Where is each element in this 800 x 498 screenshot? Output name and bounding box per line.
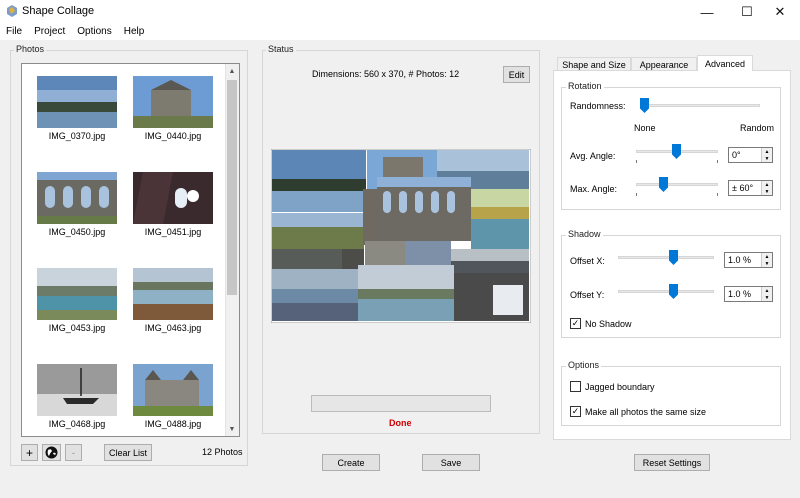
- options-group: [561, 366, 781, 426]
- rotation-group-label: Rotation: [566, 81, 604, 91]
- window-title: Shape Collage: [22, 5, 95, 17]
- avg-angle-value: 0°: [732, 150, 741, 160]
- tab-appearance[interactable]: Appearance: [631, 57, 697, 71]
- same-size-checkbox[interactable]: ✓: [570, 406, 581, 417]
- photo-item[interactable]: IMG_0451.jpg: [125, 172, 221, 237]
- photo-item[interactable]: IMG_0453.jpg: [29, 268, 125, 333]
- photo-thumbnail: [133, 172, 213, 224]
- no-shadow-label: No Shadow: [585, 319, 632, 329]
- max-angle-slider[interactable]: [636, 183, 718, 186]
- scroll-up-arrow-icon[interactable]: ▲: [225, 64, 239, 78]
- offset-y-value: 1.0 %: [728, 289, 752, 299]
- shape-collage-app-icon: [7, 5, 17, 17]
- offset-x-spinbox[interactable]: 1.0 % ▲ ▼: [724, 252, 773, 268]
- spin-arrows-icon[interactable]: ▲ ▼: [761, 148, 772, 162]
- photo-thumbnail: [37, 364, 117, 416]
- shadow-group-label: Shadow: [566, 229, 603, 239]
- menu-help[interactable]: Help: [118, 24, 151, 40]
- edit-button[interactable]: Edit: [503, 66, 530, 83]
- reset-settings-button[interactable]: Reset Settings: [634, 454, 710, 471]
- photo-item[interactable]: IMG_0468.jpg: [29, 364, 125, 429]
- add-photos-button[interactable]: +: [21, 444, 38, 461]
- photo-item[interactable]: IMG_0463.jpg: [125, 268, 221, 333]
- menu-bar: File Project Options Help: [0, 24, 800, 40]
- photo-thumbnail: [133, 268, 213, 320]
- remove-photo-button[interactable]: -: [65, 444, 82, 461]
- photo-item[interactable]: IMG_0488.jpg: [125, 364, 221, 429]
- randomness-label: Randomness:: [570, 101, 626, 111]
- progress-bar: [311, 395, 491, 412]
- offset-x-label: Offset X:: [570, 256, 605, 266]
- spin-arrows-icon[interactable]: ▲ ▼: [761, 287, 772, 301]
- photo-thumbnail: [133, 76, 213, 128]
- photo-item[interactable]: IMG_0440.jpg: [125, 76, 221, 141]
- photo-name: IMG_0440.jpg: [144, 131, 202, 141]
- spin-arrows-icon[interactable]: ▲ ▼: [761, 181, 772, 195]
- tab-shape-and-size[interactable]: Shape and Size: [557, 57, 631, 71]
- photo-thumbnail: [37, 172, 117, 224]
- photo-name: IMG_0468.jpg: [48, 419, 106, 429]
- max-angle-spinbox[interactable]: ± 60° ▲ ▼: [728, 180, 773, 196]
- photo-name: IMG_0463.jpg: [144, 323, 202, 333]
- offset-y-spinbox[interactable]: 1.0 % ▲ ▼: [724, 286, 773, 302]
- status-group-label: Status: [266, 44, 296, 54]
- photo-thumbnail: [133, 364, 213, 416]
- photo-count: 12 Photos: [202, 447, 243, 457]
- scrollbar-thumb[interactable]: [227, 80, 237, 295]
- photo-name: IMG_0488.jpg: [144, 419, 202, 429]
- save-button[interactable]: Save: [422, 454, 480, 471]
- clear-list-button[interactable]: Clear List: [104, 444, 152, 461]
- menu-options[interactable]: Options: [71, 24, 117, 40]
- offset-y-label: Offset Y:: [570, 290, 605, 300]
- tab-advanced[interactable]: Advanced: [697, 55, 753, 71]
- create-button[interactable]: Create: [322, 454, 380, 471]
- collage-dimensions-info: Dimensions: 560 x 370, # Photos: 12: [312, 69, 460, 79]
- slider-tick: [636, 160, 637, 163]
- randomness-none-label: None: [634, 123, 656, 133]
- minimize-button[interactable]: —: [687, 0, 727, 24]
- collage-preview: [271, 149, 531, 323]
- offset-y-slider[interactable]: [618, 290, 714, 293]
- slider-tick: [636, 193, 637, 196]
- same-size-label: Make all photos the same size: [585, 407, 707, 417]
- spin-arrows-icon[interactable]: ▲ ▼: [761, 253, 772, 267]
- menu-project[interactable]: Project: [28, 24, 71, 40]
- photo-list[interactable]: IMG_0370.jpg IMG_0440.jpg IMG_0450.jpg I…: [21, 63, 240, 437]
- photo-name: IMG_0450.jpg: [48, 227, 106, 237]
- scroll-down-arrow-icon[interactable]: ▼: [225, 422, 239, 436]
- avg-angle-spinbox[interactable]: 0° ▲ ▼: [728, 147, 773, 163]
- options-group-label: Options: [566, 360, 602, 370]
- jagged-boundary-checkbox[interactable]: [570, 381, 581, 392]
- close-button[interactable]: ✕: [760, 0, 800, 24]
- max-angle-label: Max. Angle:: [570, 184, 618, 194]
- photos-group-label: Photos: [14, 44, 47, 54]
- photo-thumbnail: [37, 76, 117, 128]
- randomness-slider[interactable]: [640, 104, 760, 107]
- photo-name: IMG_0370.jpg: [48, 131, 106, 141]
- slider-tick: [717, 160, 718, 163]
- photo-name: IMG_0453.jpg: [48, 323, 106, 333]
- photo-name: IMG_0451.jpg: [144, 227, 202, 237]
- avg-angle-label: Avg. Angle:: [570, 151, 616, 161]
- no-shadow-checkbox[interactable]: ✓: [570, 318, 581, 329]
- offset-x-value: 1.0 %: [728, 255, 752, 265]
- menu-file[interactable]: File: [0, 24, 28, 40]
- photo-item[interactable]: IMG_0450.jpg: [29, 172, 125, 237]
- offset-x-slider[interactable]: [618, 256, 714, 259]
- status-done-text: Done: [389, 418, 412, 428]
- slider-tick: [717, 193, 718, 196]
- randomness-random-label: Random: [740, 123, 775, 133]
- add-from-web-button[interactable]: [42, 444, 61, 461]
- jagged-boundary-label: Jagged boundary: [585, 382, 655, 392]
- photo-thumbnail: [37, 268, 117, 320]
- globe-icon: [45, 446, 58, 459]
- photo-item[interactable]: IMG_0370.jpg: [29, 76, 125, 141]
- max-angle-value: ± 60°: [732, 183, 754, 193]
- title-bar: [0, 0, 800, 24]
